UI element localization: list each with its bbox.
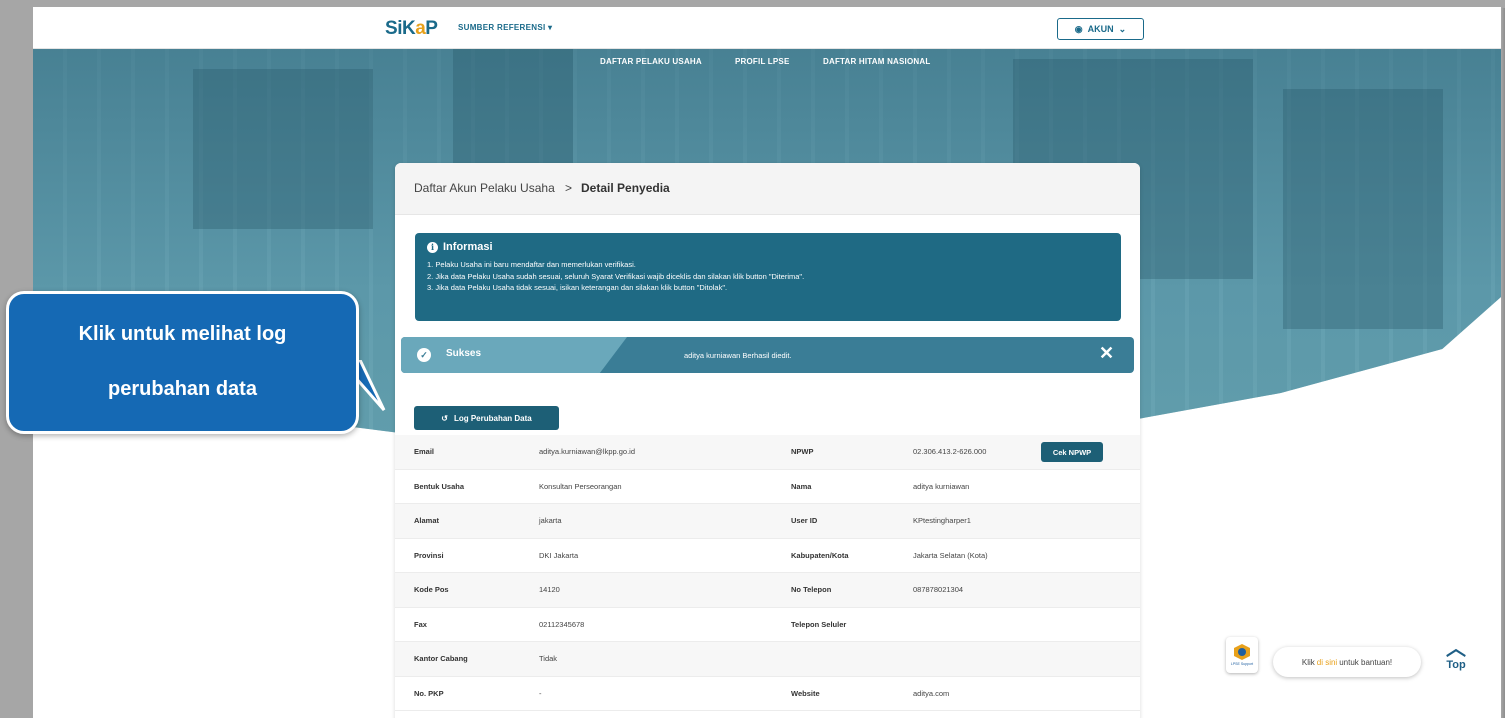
info-title: i Informasi [427, 241, 1109, 253]
field-label: User ID [791, 516, 818, 525]
cek-npwp-button[interactable]: Cek NPWP [1041, 442, 1103, 462]
breadcrumb-current: Detail Penyedia [581, 181, 670, 195]
field-label: No Telepon [791, 585, 832, 594]
screenshot-frame: DAFTAR PELAKU USAHA PROFIL LPSE DAFTAR H… [0, 0, 1505, 718]
help-text-post: untuk bantuan! [1339, 657, 1393, 667]
breadcrumb-separator: > [565, 181, 573, 195]
field-value: 14120 [539, 585, 560, 594]
info-panel: i Informasi 1. Pelaku Usaha ini baru men… [415, 233, 1121, 321]
field-label: No. PKP [414, 688, 444, 698]
success-alert-label: Sukses [446, 348, 482, 359]
support-hex-icon [1234, 644, 1250, 660]
field-value: 087878021304 [913, 585, 964, 594]
sikap-logo[interactable]: SiKaP [385, 18, 438, 40]
history-icon: ↺ [441, 413, 448, 423]
nav-daftar-pelaku-usaha[interactable]: DAFTAR PELAKU USAHA [600, 57, 702, 66]
field-value: KPtestingharper1 [913, 516, 971, 525]
field-value: 02.306.413.2-626.000 [913, 447, 987, 456]
success-alert-label-bg [401, 337, 627, 373]
breadcrumb-parent[interactable]: Daftar Akun Pelaku Usaha [414, 181, 555, 195]
field-value: aditya kurniawan [913, 481, 970, 491]
support-icon-caption: LPSE Support [1230, 662, 1254, 666]
sumber-referensi-label: SUMBER REFERENSI [458, 23, 546, 32]
field-label: Alamat [414, 516, 440, 525]
back-to-top-button[interactable]: ︿ Top [1438, 639, 1474, 679]
table-row: Fax 02112345678 Telepon Seluler [395, 608, 1140, 642]
field-label: Fax [414, 619, 427, 629]
top-navbar: SiKaP SUMBER REFERENSI ▾ ◉ AKUN ⌄ [33, 7, 1501, 49]
success-alert: ✓ Sukses aditya kurniawan Berhasil diedi… [401, 337, 1134, 373]
field-value: jakarta [539, 516, 562, 525]
callout-line-1: Klik untuk melihat log [78, 323, 287, 345]
close-icon[interactable]: ✕ [1099, 343, 1114, 364]
field-label: NPWP [791, 447, 814, 456]
check-circle-icon: ✓ [417, 348, 431, 362]
info-title-text: Informasi [443, 241, 493, 253]
field-label: Nama [791, 481, 812, 491]
field-label: Bentuk Usaha [414, 481, 465, 491]
caret-down-icon: ▾ [548, 23, 553, 32]
field-value: Tidak [539, 654, 558, 663]
info-line: 3. Jika data Pelaku Usaha tidak sesuai, … [427, 283, 728, 292]
info-icon: i [427, 241, 438, 253]
detail-table: Email aditya.kurniawan@lkpp.go.id NPWP 0… [395, 435, 1140, 711]
detail-card: Daftar Akun Pelaku Usaha > Detail Penyed… [395, 163, 1140, 718]
info-line: 1. Pelaku Usaha ini baru mendaftar dan m… [427, 260, 636, 269]
info-line: 2. Jika data Pelaku Usaha sudah sesuai, … [427, 271, 805, 281]
top-label: Top [1446, 659, 1466, 671]
field-label: Provinsi [414, 550, 444, 560]
table-row: Email aditya.kurniawan@lkpp.go.id NPWP 0… [395, 435, 1140, 470]
table-row: Provinsi DKI Jakarta Kabupaten/Kota Jaka… [395, 539, 1140, 573]
field-value: aditya.com [913, 688, 950, 698]
log-button-label: Log Perubahan Data [453, 413, 532, 423]
nav-daftar-hitam-nasional[interactable]: DAFTAR HITAM NASIONAL [823, 57, 930, 66]
field-label: Email [414, 447, 435, 456]
field-label: Kabupaten/Kota [791, 550, 849, 560]
chevron-down-icon: ⌄ [1118, 23, 1127, 34]
table-row: Bentuk Usaha Konsultan Perseorangan Nama… [395, 470, 1140, 504]
help-text-pre: Klik [1301, 657, 1315, 667]
account-button[interactable]: ◉ AKUN ⌄ [1057, 18, 1144, 40]
table-row: Alamat jakarta User ID KPtestingharper1 [395, 504, 1140, 539]
field-label: Telepon Seluler [791, 619, 847, 629]
field-value: Jakarta Selatan (Kota) [913, 550, 988, 560]
field-value: 02112345678 [539, 619, 585, 629]
field-value: DKI Jakarta [539, 550, 579, 560]
field-value: aditya.kurniawan@lkpp.go.id [539, 447, 636, 456]
table-row: No. PKP - Website aditya.com [395, 677, 1140, 711]
tutorial-callout: Klik untuk melihat log perubahan data [6, 291, 359, 434]
success-alert-message: aditya kurniawan Berhasil diedit. [684, 351, 792, 360]
table-row: Kode Pos 14120 No Telepon 087878021304 [395, 573, 1140, 608]
nav-profil-lpse[interactable]: PROFIL LPSE [735, 57, 790, 66]
help-link[interactable]: di sini [1317, 658, 1337, 667]
field-label: Kantor Cabang [414, 654, 468, 663]
table-row: Kantor Cabang Tidak [395, 642, 1140, 677]
chevron-up-icon: ︿ [1446, 638, 1466, 660]
breadcrumb: Daftar Akun Pelaku Usaha > Detail Penyed… [395, 163, 1140, 215]
field-value: Konsultan Perseorangan [539, 481, 622, 491]
field-label: Kode Pos [414, 585, 449, 594]
log-perubahan-data-button[interactable]: ↺ Log Perubahan Data [414, 406, 559, 430]
help-bubble[interactable]: Klik di sini untuk bantuan! [1273, 647, 1421, 677]
account-label: AKUN [1087, 24, 1114, 34]
field-label: Website [791, 688, 820, 698]
field-value: - [539, 688, 542, 698]
lpse-support-icon[interactable]: LPSE Support [1226, 637, 1258, 673]
sumber-referensi-menu[interactable]: SUMBER REFERENSI ▾ [458, 23, 552, 32]
user-circle-icon: ◉ [1074, 23, 1083, 34]
callout-line-2: perubahan data [108, 378, 257, 400]
